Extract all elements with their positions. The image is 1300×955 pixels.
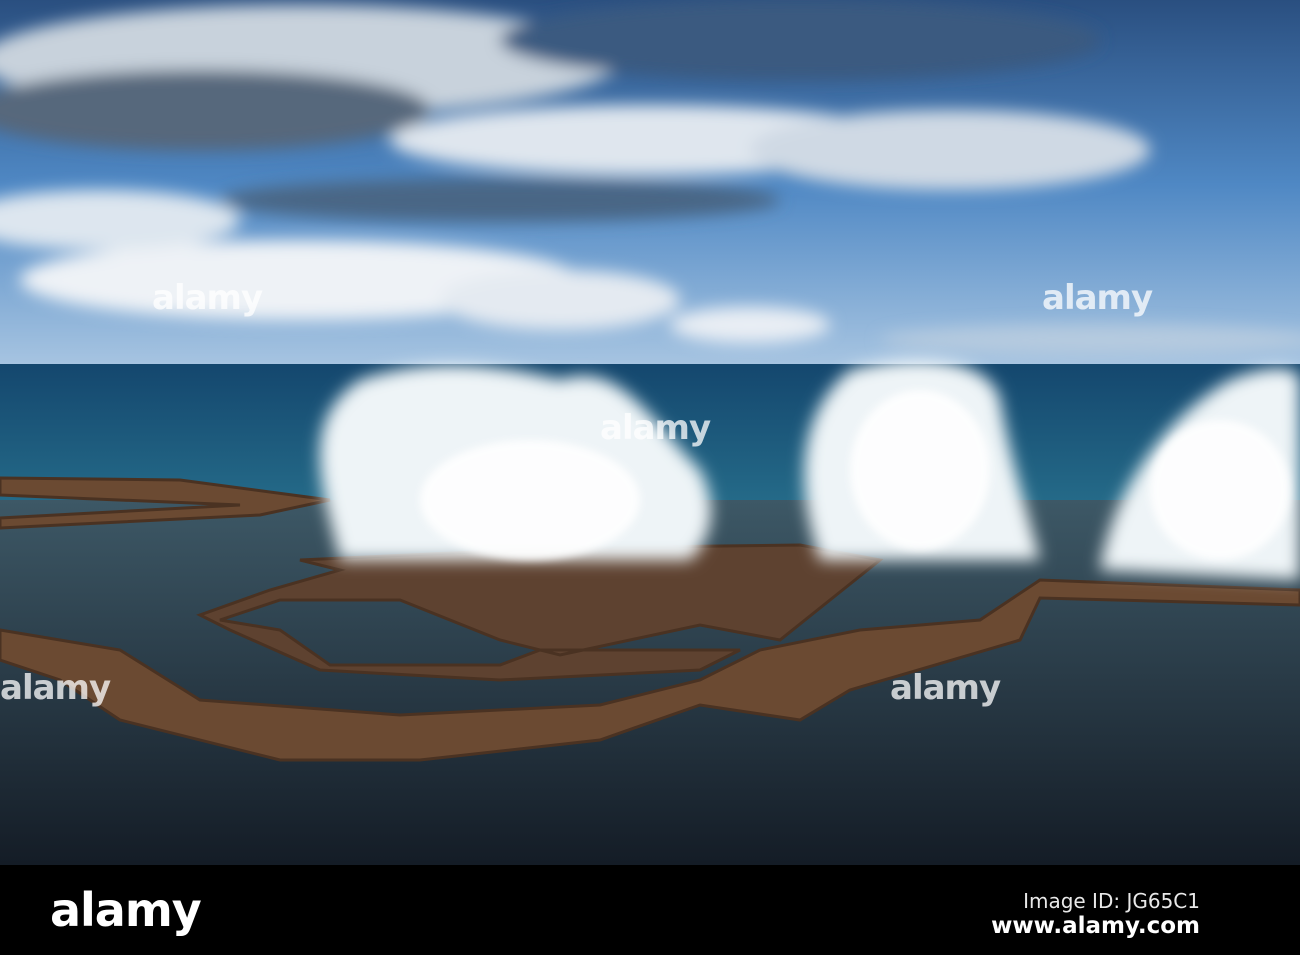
watermark: alamy [890, 668, 1001, 708]
footer-bar: alamy Image ID: JG65C1 www.alamy.com [0, 865, 1300, 955]
website-link: www.alamy.com [991, 913, 1200, 939]
alamy-logo: alamy [50, 883, 202, 937]
watermark: alamy [1042, 278, 1153, 318]
watermark: alamy [600, 408, 711, 448]
watermark: alamy [152, 278, 263, 318]
stock-photo: alamy alamy alamy alamy alamy alamy Imag… [0, 0, 1300, 955]
image-id: Image ID: JG65C1 [1023, 889, 1200, 913]
watermark: alamy [0, 668, 111, 708]
